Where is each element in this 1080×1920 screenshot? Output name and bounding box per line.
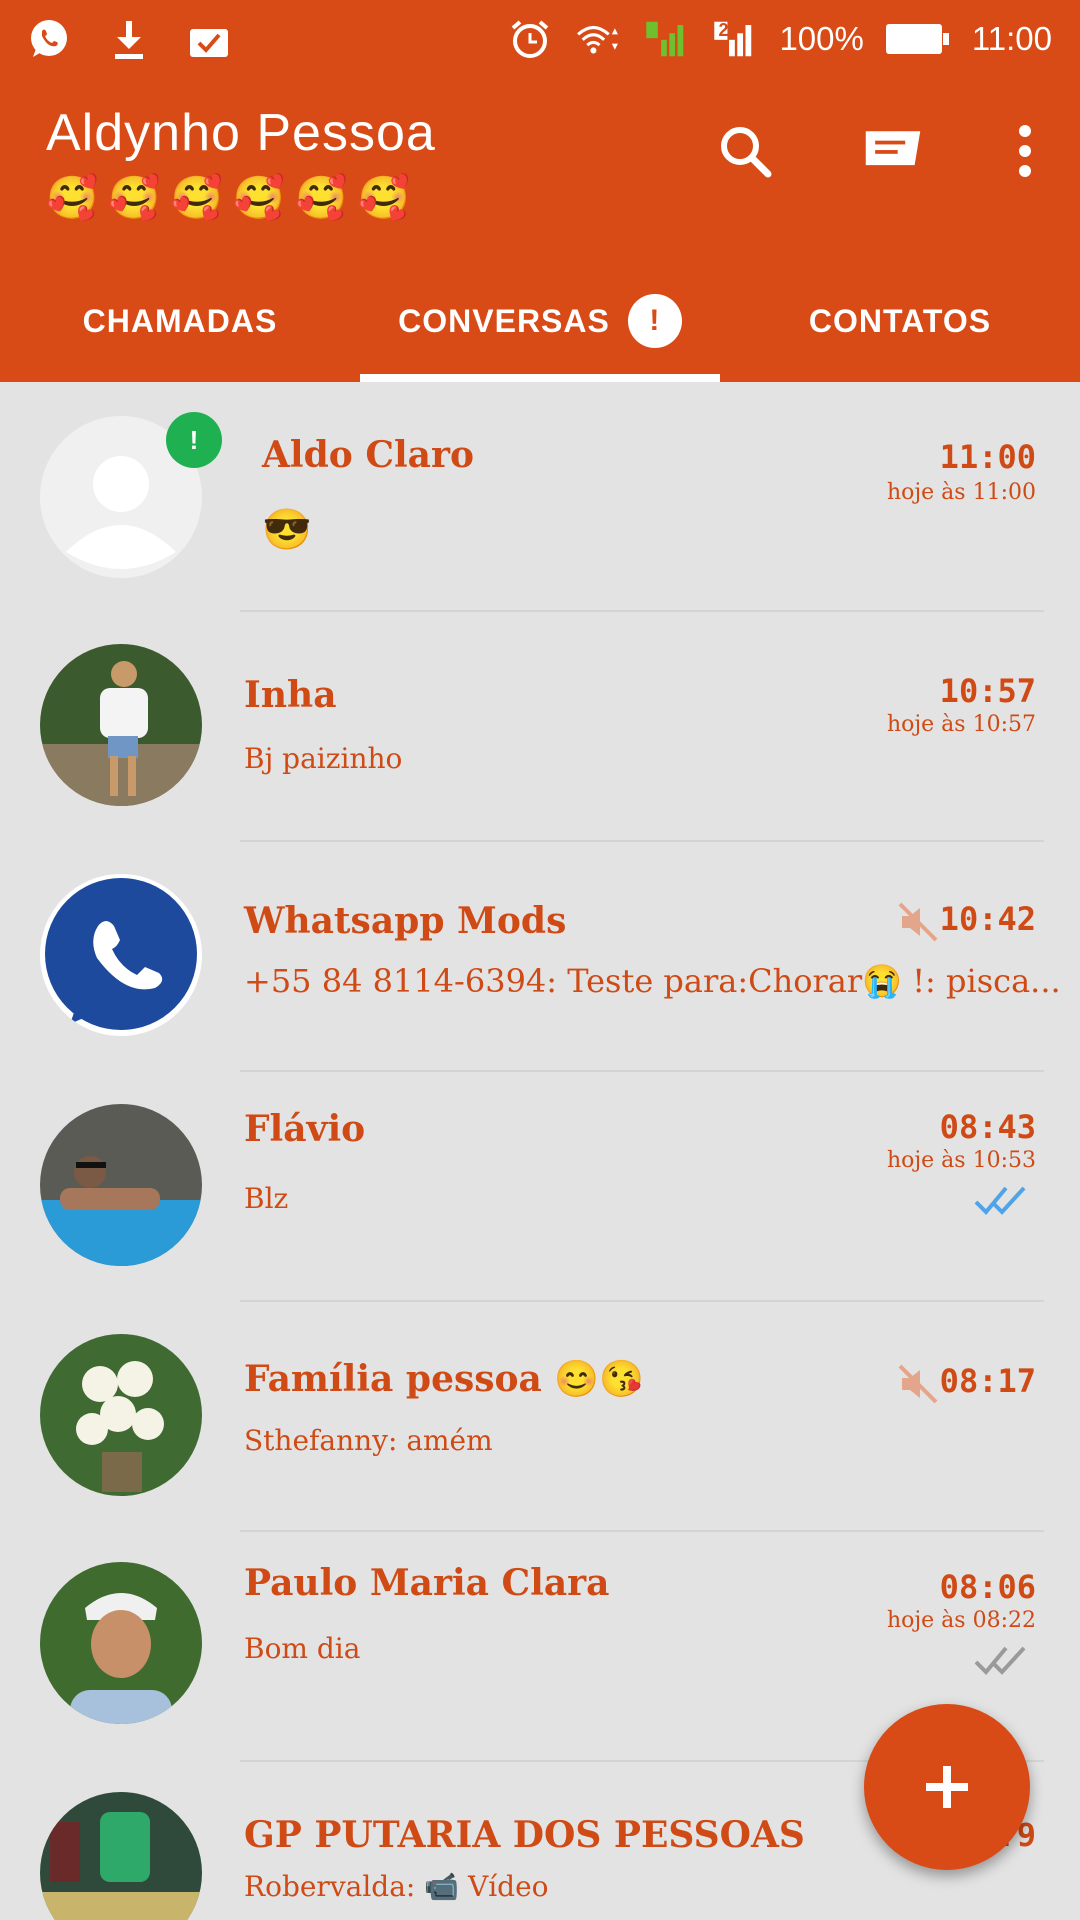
contact-photo: [40, 1562, 202, 1724]
mute-icon: [898, 1364, 938, 1404]
chat-name: Whatsapp Mods: [244, 900, 567, 942]
chat-name: Família pessoa 😊😘: [244, 1358, 645, 1400]
avatar[interactable]: [40, 1792, 202, 1920]
avatar[interactable]: [40, 1334, 202, 1496]
search-icon: [721, 127, 772, 178]
chat-name: Flávio: [244, 1108, 366, 1150]
battery-percent: 100%: [779, 20, 864, 57]
group-photo: [40, 1792, 202, 1920]
chat-time: 08:43: [939, 1108, 1036, 1146]
chat-time: 10:57: [939, 672, 1036, 710]
search-button[interactable]: [714, 120, 776, 182]
chat-name: Inha: [244, 674, 337, 716]
battery-icon: [885, 24, 949, 54]
tab-indicator: [360, 374, 720, 382]
status-notifications: [26, 10, 232, 68]
chat-row[interactable]: Whatsapp Mods +55 84 8114-6394: Teste pa…: [0, 842, 1080, 1072]
emoji: 🥰: [295, 174, 348, 221]
task-done-icon: [186, 16, 232, 62]
chat-name: GP PUTARIA DOS PESSOAS: [244, 1814, 805, 1856]
emoji: 🥰: [46, 174, 99, 221]
status-time: 11:00: [971, 20, 1052, 57]
contact-photo: [40, 644, 202, 806]
more-vert-icon: [1019, 125, 1031, 177]
chat-preview: Bj paizinho: [244, 742, 403, 775]
chat-row[interactable]: Flávio Blz 08:43 hoje às 10:53: [0, 1072, 1080, 1302]
status-bar: 2 100% 11:00: [0, 0, 1080, 78]
new-chat-icon: [865, 131, 921, 166]
avatar[interactable]: [40, 1104, 202, 1266]
title-block: Aldynho Pessoa 🥰 🥰 🥰 🥰 🥰 🥰: [46, 103, 436, 221]
wifi-icon: [575, 16, 621, 62]
group-photo: [40, 1334, 202, 1496]
tab-chamadas[interactable]: CHAMADAS: [0, 260, 360, 382]
whatsapp-mods-logo: [40, 874, 202, 1036]
tab-label: CHAMADAS: [82, 302, 278, 339]
chat-name: Aldo Claro: [262, 434, 474, 476]
chat-row[interactable]: Inha Bj paizinho 10:57 hoje às 10:57: [0, 612, 1080, 842]
app-bar: 2 100% 11:00 Aldynho Pessoa 🥰 🥰 🥰 🥰 🥰 🥰: [0, 0, 1080, 382]
mute-icon: [898, 902, 938, 942]
tab-label: CONVERSAS: [398, 302, 610, 339]
contact-photo: [40, 1104, 202, 1266]
chat-preview: Bom dia: [244, 1632, 361, 1665]
chat-timestamp-detail: hoje às 10:53: [886, 1148, 1036, 1173]
unread-badge: !: [627, 294, 682, 348]
emoji: 🥰: [108, 174, 161, 221]
chat-timestamp-detail: hoje às 11:00: [886, 480, 1036, 505]
chat-time: 08:17: [939, 1362, 1036, 1400]
chat-preview: 😎: [262, 507, 312, 553]
page-title: Aldynho Pessoa: [46, 104, 436, 162]
more-options-button[interactable]: [1010, 120, 1040, 182]
chat-preview: Sthefanny: amém: [244, 1424, 493, 1457]
plus-icon: [926, 1766, 968, 1808]
download-icon: [106, 16, 152, 62]
chat-preview: +55 84 8114-6394: Teste para:Chorar😭 !: …: [244, 962, 1061, 1000]
chat-time: 08:06: [939, 1568, 1036, 1606]
chat-preview: Robervalda: 📹 Vídeo: [244, 1870, 549, 1903]
status-system: 2 100% 11:00: [507, 10, 1052, 68]
chat-timestamp-detail: hoje às 10:57: [886, 712, 1036, 737]
sim2-label: 2: [718, 20, 729, 40]
delivered-ticks-icon: [974, 1646, 1026, 1675]
alarm-icon: [507, 16, 553, 62]
whatsapp-notification-icon: [26, 16, 72, 62]
status-emoji-row: 🥰 🥰 🥰 🥰 🥰 🥰: [46, 175, 436, 221]
tab-label: CONTATOS: [808, 302, 992, 339]
avatar[interactable]: [40, 644, 202, 806]
chat-preview: Blz: [244, 1182, 289, 1215]
new-conversation-fab[interactable]: [864, 1704, 1030, 1870]
app-root: 2 100% 11:00 Aldynho Pessoa 🥰 🥰 🥰 🥰 🥰 🥰: [0, 0, 1080, 1920]
emoji: 🥰: [232, 174, 286, 221]
emoji: 🥰: [170, 174, 223, 221]
new-chat-button[interactable]: [862, 120, 924, 182]
avatar[interactable]: [40, 874, 202, 1036]
chat-row[interactable]: ! Aldo Claro 😎 11:00 hoje às 11:00: [0, 382, 1080, 612]
emoji: 🥰: [357, 174, 410, 221]
tab-conversas[interactable]: CONVERSAS !: [360, 260, 720, 382]
avatar[interactable]: [40, 1562, 202, 1724]
read-ticks-icon: [974, 1186, 1026, 1215]
chat-name: Paulo Maria Clara: [244, 1562, 610, 1604]
toolbar-actions: [714, 120, 1040, 182]
chat-timestamp-detail: hoje às 08:22: [886, 1608, 1036, 1633]
unread-badge: !: [166, 412, 222, 468]
tab-contatos[interactable]: CONTATOS: [720, 260, 1080, 382]
tab-bar: CHAMADAS CONVERSAS ! CONTATOS: [0, 260, 1080, 382]
signal-sim2-icon: 2: [711, 16, 757, 62]
chat-row[interactable]: Família pessoa 😊😘 Sthefanny: amém 08:17: [0, 1302, 1080, 1532]
signal-sim1-icon: [643, 16, 689, 62]
chat-time: 11:00: [939, 438, 1036, 476]
chat-time: 10:42: [939, 900, 1036, 938]
